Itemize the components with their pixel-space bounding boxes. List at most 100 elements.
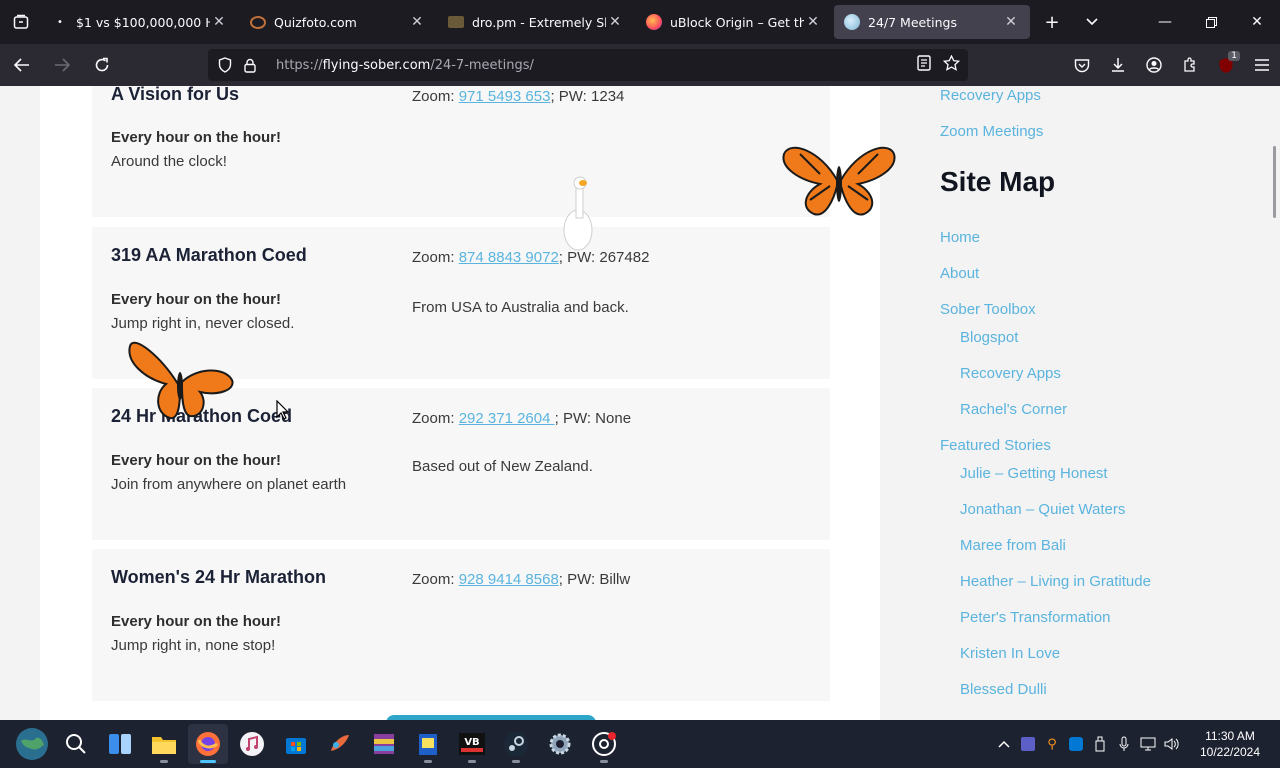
defender-icon[interactable] — [1064, 720, 1088, 768]
menu-icon[interactable] — [1244, 44, 1280, 86]
meeting-schedule: Every hour on the hour! — [111, 291, 282, 308]
forward-button[interactable] — [44, 49, 80, 81]
navigation-bar: https://flying-sober.com/24-7-meetings/ … — [0, 44, 1280, 86]
search-icon[interactable] — [56, 724, 96, 764]
paint-icon[interactable] — [320, 724, 360, 764]
tab-title: 24/7 Meetings — [868, 14, 957, 30]
close-icon[interactable]: ✕ — [1002, 14, 1020, 30]
magnifier-tray-icon[interactable]: ⚲ — [1040, 720, 1064, 768]
site-map-link[interactable]: Jonathan – Quiet Waters — [960, 501, 1125, 518]
tab-overview-icon[interactable] — [0, 0, 42, 44]
back-button[interactable] — [4, 49, 40, 81]
volume-icon[interactable] — [1160, 720, 1184, 768]
taskbar: VB ⚲ 11:30 AM 10/22/2024 — [0, 720, 1280, 768]
minimize-button[interactable]: — — [1142, 0, 1188, 44]
zoom-link[interactable]: 971 5493 653 — [459, 88, 551, 105]
network-icon[interactable] — [1136, 720, 1160, 768]
site-map-link[interactable]: Recovery Apps — [960, 365, 1061, 382]
tab-dro-pm[interactable]: dro.pm - Extremely Short URL ✕ — [438, 5, 634, 39]
notepad-icon[interactable] — [408, 724, 448, 764]
account-icon[interactable] — [1136, 44, 1172, 86]
meeting-description: Join from anywhere on planet earth — [111, 476, 347, 493]
mouse-cursor-icon — [276, 400, 290, 420]
tab-title: dro.pm - Extremely Short URL — [472, 14, 606, 30]
meeting-name: 319 AA Marathon Coed — [111, 245, 307, 265]
site-map-link[interactable]: Sober Toolbox — [940, 301, 1036, 318]
close-icon[interactable]: ✕ — [210, 14, 228, 30]
site-map-link[interactable]: Kristen In Love — [960, 645, 1060, 662]
close-icon[interactable]: ✕ — [804, 14, 822, 30]
zoom-info: Zoom: 971 5493 653; PW: 1234 — [412, 88, 625, 105]
globe-icon[interactable] — [12, 724, 52, 764]
meeting-card: A Vision for Us Every hour on the hour! … — [92, 86, 830, 217]
tab-title: Quizfoto.com — [274, 14, 357, 30]
shield-icon[interactable] — [218, 57, 244, 73]
firefox-icon[interactable] — [188, 724, 228, 764]
tab-ublock[interactable]: uBlock Origin – Get this Extension ✕ — [636, 5, 832, 39]
window-close-button[interactable]: ✕ — [1234, 0, 1280, 44]
site-map-link[interactable]: Maree from Bali — [960, 537, 1066, 554]
itunes-icon[interactable] — [232, 724, 272, 764]
zoom-link[interactable]: 928 9414 8568 — [459, 571, 559, 588]
site-map-link[interactable]: Julie – Getting Honest — [960, 465, 1108, 482]
zoom-info: Zoom: 928 9414 8568; PW: Billw — [412, 571, 631, 588]
vb-audio-icon[interactable]: VB — [452, 724, 492, 764]
page-scrollbar[interactable] — [1273, 146, 1276, 218]
list-tabs-button[interactable] — [1072, 0, 1112, 44]
site-map-link[interactable]: Featured Stories — [940, 437, 1051, 454]
tab-24-7-meetings[interactable]: 24/7 Meetings ✕ — [834, 5, 1030, 39]
site-icon — [844, 14, 860, 30]
goose-icon — [563, 176, 593, 251]
sidebar-link-recovery-apps[interactable]: Recovery Apps — [940, 87, 1041, 104]
meeting-note: Based out of New Zealand. — [412, 458, 593, 475]
steam-icon[interactable] — [496, 724, 536, 764]
ublock-icon[interactable]: 1 — [1208, 44, 1244, 86]
butterfly-icon — [128, 341, 234, 420]
bookmark-star-icon[interactable] — [942, 54, 961, 75]
lock-icon[interactable] — [244, 58, 270, 73]
winrar-icon[interactable] — [364, 724, 404, 764]
tab-youtube[interactable]: • $1 vs $100,000,000 House! ✕ — [42, 5, 238, 39]
new-tab-button[interactable]: + — [1032, 0, 1072, 44]
meeting-description: Jump right in, never closed. — [111, 315, 295, 332]
reload-button[interactable] — [84, 49, 120, 81]
clock[interactable]: 11:30 AM 10/22/2024 — [1192, 728, 1268, 760]
close-icon[interactable]: ✕ — [408, 14, 426, 30]
reader-view-icon[interactable] — [917, 55, 931, 75]
sidebar-link-zoom-meetings[interactable]: Zoom Meetings — [940, 123, 1043, 140]
file-explorer-icon[interactable] — [144, 724, 184, 764]
butterfly-icon — [782, 146, 896, 216]
zoom-link[interactable]: 292 371 2604 — [459, 410, 555, 427]
chevron-up-icon[interactable] — [992, 720, 1016, 768]
extension-badge: 1 — [1228, 51, 1240, 61]
settings-icon[interactable] — [540, 724, 580, 764]
meeting-schedule: Every hour on the hour! — [111, 613, 282, 630]
url-bar[interactable]: https://flying-sober.com/24-7-meetings/ — [208, 49, 968, 81]
sidebar: Recovery Apps Zoom Meetings Site Map Hom… — [880, 86, 1280, 720]
site-map-link[interactable]: Blessed Dulli — [960, 681, 1047, 698]
meeting-description: Around the clock! — [111, 153, 227, 170]
site-map-link[interactable]: About — [940, 265, 979, 282]
toolbar-icons: 1 — [1064, 44, 1280, 86]
close-icon[interactable]: ✕ — [606, 14, 624, 30]
extensions-icon[interactable] — [1172, 44, 1208, 86]
teams-icon[interactable] — [1016, 720, 1040, 768]
microsoft-store-icon[interactable] — [276, 724, 316, 764]
tab-quizfoto[interactable]: Quizfoto.com ✕ — [240, 5, 436, 39]
chrome-icon[interactable] — [584, 724, 624, 764]
site-map-link[interactable]: Heather – Living in Gratitude — [960, 573, 1151, 590]
site-map-link[interactable]: Blogspot — [960, 329, 1018, 346]
site-map-link[interactable]: Home — [940, 229, 980, 246]
firefox-icon — [646, 14, 662, 30]
tab-bar: • $1 vs $100,000,000 House! ✕ Quizfoto.c… — [0, 0, 1280, 44]
audio-dot-icon: • — [57, 16, 63, 28]
widgets-icon[interactable] — [100, 724, 140, 764]
restore-button[interactable] — [1188, 0, 1234, 44]
site-map-link[interactable]: Rachel's Corner — [960, 401, 1067, 418]
site-map-link[interactable]: Peter's Transformation — [960, 609, 1110, 626]
zoom-link[interactable]: 874 8843 9072 — [459, 249, 559, 266]
pocket-icon[interactable] — [1064, 44, 1100, 86]
usb-icon[interactable] — [1088, 720, 1112, 768]
microphone-icon[interactable] — [1112, 720, 1136, 768]
downloads-icon[interactable] — [1100, 44, 1136, 86]
